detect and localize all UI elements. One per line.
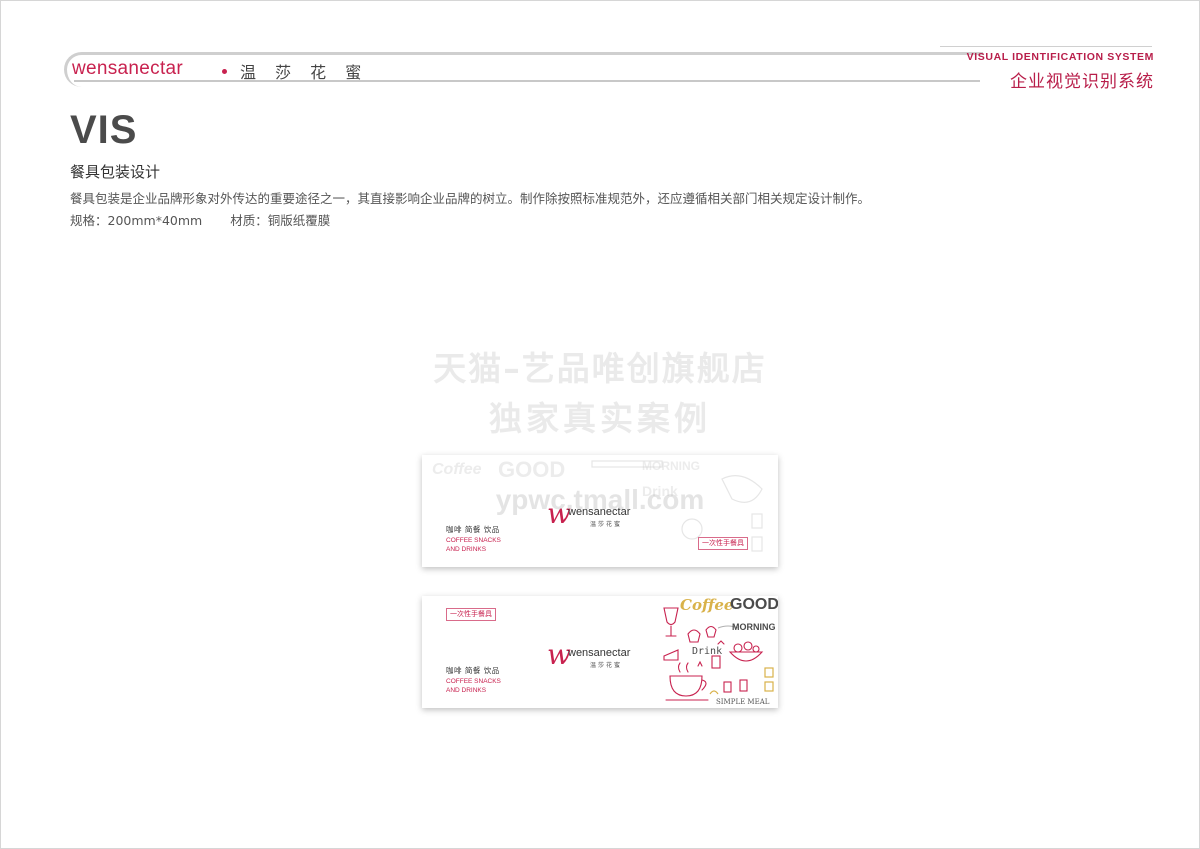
system-title-en: VISUAL IDENTIFICATION SYSTEM <box>966 51 1154 63</box>
section-title: 餐具包装设计 <box>70 163 161 181</box>
specs-line: 规格：200mm*40mm 材质：铜版纸覆膜 <box>70 210 354 229</box>
watermark-store: 天猫–艺品唯创旗舰店 <box>433 349 767 388</box>
system-rule <box>940 46 1152 47</box>
watermark-case: 独家真实案例 <box>489 399 711 438</box>
food-illustration: Coffee GOOD MORNING Drink SIMPLE MEAL <box>658 596 778 708</box>
illustration-simple-meal-text: SIMPLE MEAL <box>716 698 770 706</box>
brand-logo-text: wensanectar <box>72 58 184 79</box>
brand-dot <box>222 69 227 74</box>
card-badge: 一次性手餐具 <box>446 608 496 621</box>
illustration-drink-text: Drink <box>692 646 723 657</box>
section-description: 餐具包装是企业品牌形象对外传达的重要途径之一，其直接影响企业品牌的树立。制作除按… <box>70 191 871 206</box>
illustration-good-text: GOOD <box>730 596 778 613</box>
card-badge: 一次性手餐具 <box>698 537 748 550</box>
watermark-url: ypwc.tmall.com <box>495 484 705 515</box>
card-cn-tagline: 咖啡 简餐 饮品 <box>446 666 500 675</box>
spec-size: 规格：200mm*40mm <box>70 213 203 228</box>
page-title: VIS <box>70 108 138 152</box>
card-logo-text: wensanectar <box>568 647 631 659</box>
spec-material: 材质：铜版纸覆膜 <box>230 213 331 228</box>
brand-rule <box>74 80 980 82</box>
card-en-line1: COFFEE SNACKS <box>446 537 501 544</box>
card-en-line1: COFFEE SNACKS <box>446 678 501 685</box>
package-card-front: 一次性手餐具 w wensanectar 温莎花蜜 咖啡 简餐 饮品 COFFE… <box>422 596 778 708</box>
card-logo-cn: 温莎花蜜 <box>590 662 623 669</box>
card-en-line2: AND DRINKS <box>446 546 487 553</box>
card-en-tagline: COFFEE SNACKS AND DRINKS <box>446 677 501 695</box>
illustration-coffee-text: Coffee <box>680 596 734 614</box>
card-logo-cn: 温莎花蜜 <box>590 521 623 528</box>
illustration-morning-text: MORNING <box>732 622 776 632</box>
card-en-line2: AND DRINKS <box>446 687 487 694</box>
ghost-coffee: Coffee <box>432 461 482 478</box>
system-title-cn: 企业视觉识别系统 <box>1010 72 1154 92</box>
card-en-tagline: COFFEE SNACKS AND DRINKS <box>446 536 501 554</box>
ghost-good: GOOD <box>498 457 566 482</box>
brand-chinese-name: 温 莎 花 蜜 <box>240 63 369 82</box>
card-cn-tagline: 咖啡 简餐 饮品 <box>446 525 500 534</box>
